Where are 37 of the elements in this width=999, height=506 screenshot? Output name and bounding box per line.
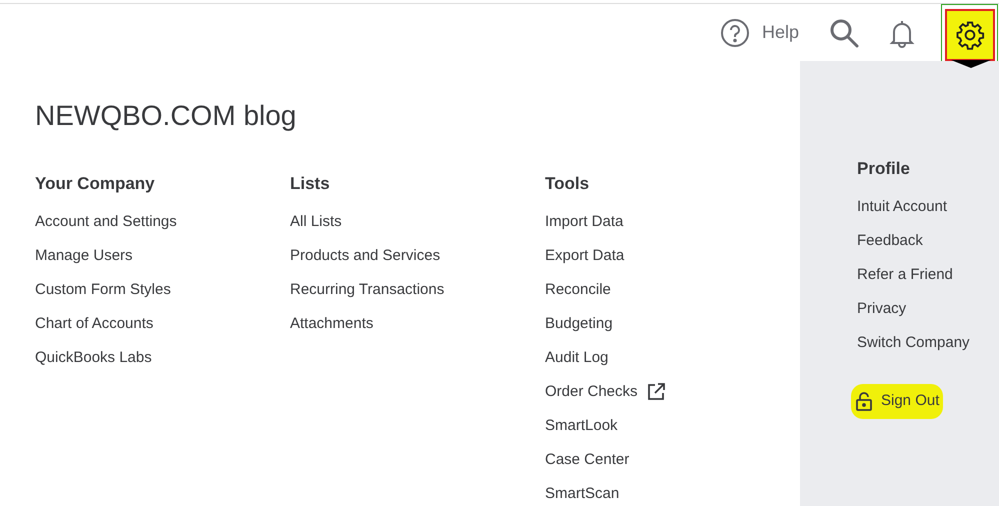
menu-link[interactable]: Products and Services [290, 239, 440, 273]
menu-link[interactable]: Case Center [545, 443, 630, 477]
menu-link[interactable]: All Lists [290, 205, 342, 239]
lock-icon [855, 391, 873, 412]
column-heading: Lists [290, 173, 330, 195]
menu-link[interactable]: Privacy [857, 292, 906, 326]
menu-link[interactable]: Account and Settings [35, 205, 177, 239]
menu-link[interactable]: Attachments [290, 307, 374, 341]
menu-link[interactable]: Import Data [545, 205, 624, 239]
menu-link[interactable]: SmartLook [545, 409, 618, 443]
menu-link[interactable]: Reconcile [545, 273, 611, 307]
menu-link[interactable]: Budgeting [545, 307, 613, 341]
search-icon [829, 18, 859, 48]
pointer-arrow-icon [951, 60, 991, 68]
column-heading: Tools [545, 173, 590, 195]
sign-out-button[interactable]: Sign Out [851, 384, 944, 418]
column-heading: Your Company [35, 173, 155, 195]
external-link-icon [646, 382, 666, 402]
column-heading: Profile [857, 158, 910, 180]
menu-link[interactable]: SmartScan [545, 477, 620, 506]
menu-link[interactable]: Custom Form Styles [35, 273, 171, 307]
menu-link[interactable]: Feedback [857, 224, 923, 258]
menu-link[interactable]: QuickBooks Labs [35, 341, 152, 375]
settings-icon [954, 20, 984, 50]
menu-link[interactable]: Chart of Accounts [35, 307, 154, 341]
menu-link[interactable]: Order Checks [545, 375, 666, 409]
help-button[interactable]: Help [720, 18, 799, 48]
menu-link[interactable]: Switch Company [857, 326, 970, 360]
help-icon [720, 18, 750, 48]
menu-link[interactable]: Refer a Friend [857, 258, 953, 292]
menu-link[interactable]: Export Data [545, 239, 624, 273]
menu-link[interactable]: Audit Log [545, 341, 608, 375]
search-button[interactable] [829, 18, 859, 48]
company-title: NEWQBO.COM blog [35, 99, 296, 133]
menu-link[interactable]: Recurring Transactions [290, 273, 444, 307]
menu-link[interactable]: Manage Users [35, 239, 133, 273]
menu-link[interactable]: Intuit Account [857, 190, 948, 224]
